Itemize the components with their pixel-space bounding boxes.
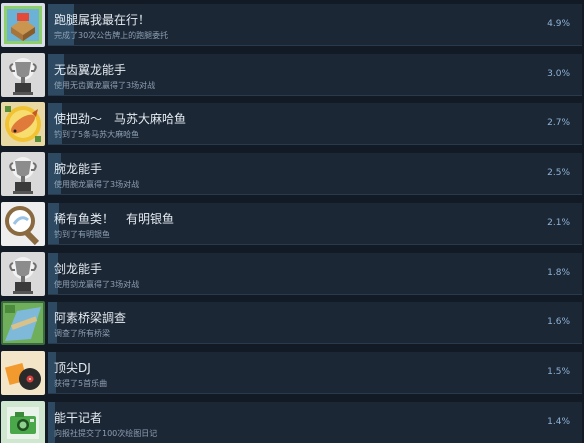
achievement-title: 顶尖DJ bbox=[54, 360, 91, 375]
trophy-icon bbox=[1, 251, 45, 296]
achievement-title: 无齿翼龙能手 bbox=[54, 62, 127, 77]
achievement-row[interactable]: 剑龙能手使用剑龙赢得了3场对战 1.8% bbox=[0, 251, 584, 297]
achievement-description: 完成了30次公告牌上的跑腿委托 bbox=[54, 31, 169, 40]
unlock-percentage: 1.8% bbox=[547, 267, 570, 278]
achievement-panel: 腕龙能手使用腕龙赢得了3场对战 2.5% bbox=[48, 153, 582, 196]
achievement-title: 阿素桥梁調查 bbox=[54, 311, 127, 326]
achievement-description: 使用剑龙赢得了3场对战 bbox=[54, 279, 140, 289]
achievement-panel: 稀有鱼类！ 有明银鱼钓到了有明银鱼 2.1% bbox=[48, 202, 582, 245]
unlock-percentage: 1.4% bbox=[547, 416, 570, 427]
achievement-panel: 顶尖DJ 获得了5首乐曲 1.5% bbox=[48, 351, 582, 394]
achievement-description: 调查了所有桥梁 bbox=[54, 329, 110, 339]
achievement-list: 跑腿属我最在行！ 完成了30次公告牌上的跑腿委托 4.9% 无齿翼龙能手使用无齿翼龙… bbox=[0, 0, 584, 443]
unlock-percentage: 4.9% bbox=[547, 19, 570, 29]
achievement-description: 获得了5首乐曲 bbox=[54, 378, 108, 388]
achievement-row[interactable]: 无齿翼龙能手使用无齿翼龙赢得了3场对战 3.0% bbox=[0, 52, 584, 98]
unlock-percentage: 2.5% bbox=[547, 168, 570, 179]
unlock-percentage: 1.6% bbox=[547, 317, 570, 328]
music-record-icon bbox=[1, 350, 45, 395]
achievement-description: 钓到了有明银鱼 bbox=[54, 229, 110, 239]
achievement-title: 跑腿属我最在行！ bbox=[54, 13, 151, 27]
achievement-panel: 使把劲～ 马苏大麻哈鱼钓到了5条马苏大麻哈鱼 2.7% bbox=[48, 103, 582, 146]
achievement-title: 使把劲～ 马苏大麻哈鱼 bbox=[54, 112, 187, 127]
trophy-icon bbox=[1, 52, 45, 97]
unlock-percentage: 2.7% bbox=[547, 118, 570, 129]
achievement-title: 剑龙能手 bbox=[54, 261, 103, 276]
achievement-panel: 剑龙能手使用剑龙赢得了3场对战 1.8% bbox=[48, 252, 582, 295]
achievement-description: 使用腕龙赢得了3场对战 bbox=[54, 180, 140, 190]
achievement-panel: 能干记者向报社提交了100次绘图日记 1.4% bbox=[48, 401, 582, 443]
achievement-description: 钓到了5条马苏大麻哈鱼 bbox=[54, 130, 140, 140]
achievement-row[interactable]: 使把劲～ 马苏大麻哈鱼钓到了5条马苏大麻哈鱼 2.7% bbox=[0, 101, 584, 147]
achievement-row[interactable]: 阿素桥梁調查调查了所有桥梁 1.6% bbox=[0, 300, 584, 346]
unlock-percentage: 3.0% bbox=[547, 68, 570, 79]
achievement-title: 稀有鱼类！ 有明银鱼 bbox=[54, 211, 175, 226]
achievement-title: 能干记者 bbox=[54, 410, 103, 425]
achievement-row[interactable]: 能干记者向报社提交了100次绘图日记 1.4% bbox=[0, 400, 584, 443]
trophy-icon bbox=[1, 152, 45, 197]
achievement-row[interactable]: 腕龙能手使用腕龙赢得了3场对战 2.5% bbox=[0, 151, 584, 197]
magnifier-icon bbox=[1, 201, 45, 246]
camera-icon bbox=[1, 400, 45, 443]
achievement-title: 腕龙能手 bbox=[54, 162, 103, 177]
unlock-percentage: 1.5% bbox=[547, 366, 570, 377]
achievement-panel: 跑腿属我最在行！ 完成了30次公告牌上的跑腿委托 4.9% bbox=[48, 4, 582, 46]
achievement-description: 向报社提交了100次绘图日记 bbox=[54, 428, 158, 438]
salmon-icon bbox=[1, 102, 45, 147]
achievement-row[interactable]: 稀有鱼类！ 有明银鱼钓到了有明银鱼 2.1% bbox=[0, 201, 584, 247]
achievement-row[interactable]: 跑腿属我最在行！ 完成了30次公告牌上的跑腿委托 4.9% bbox=[0, 2, 584, 48]
unlock-percentage: 2.1% bbox=[547, 217, 570, 228]
achievement-description: 使用无齿翼龙赢得了3场对战 bbox=[54, 80, 156, 90]
achievement-row[interactable]: 顶尖DJ 获得了5首乐曲 1.5% bbox=[0, 350, 584, 396]
achievement-panel: 阿素桥梁調查调查了所有桥梁 1.6% bbox=[48, 302, 582, 345]
achievement-panel: 无齿翼龙能手使用无齿翼龙赢得了3场对战 3.0% bbox=[48, 53, 582, 96]
delivery-box-icon bbox=[1, 3, 45, 47]
bridge-map-icon bbox=[1, 301, 45, 346]
